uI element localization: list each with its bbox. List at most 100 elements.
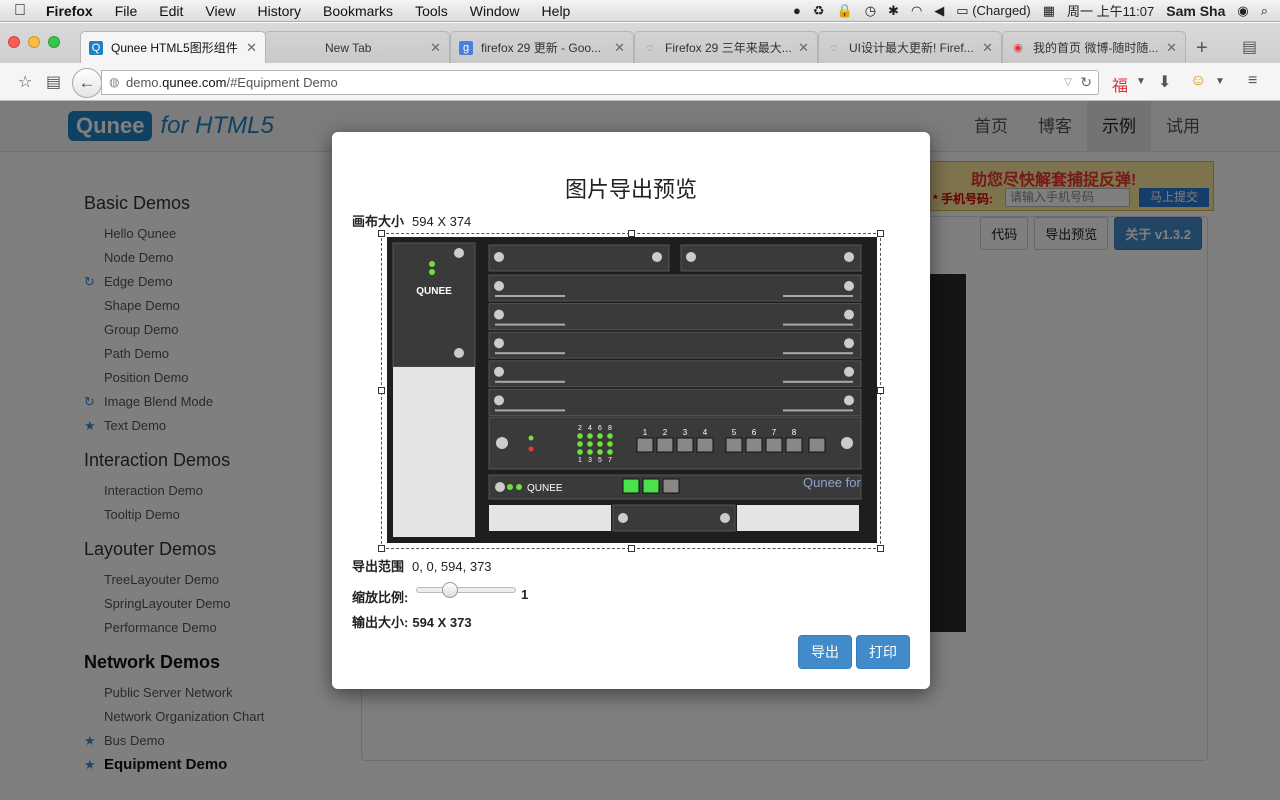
- zoom-window-icon[interactable]: [48, 36, 60, 48]
- tab-new-tab[interactable]: New Tab ✕: [264, 31, 450, 63]
- menu-edit[interactable]: Edit: [148, 3, 194, 19]
- screw-icon: [454, 248, 464, 258]
- rack-left-blank: [393, 367, 475, 537]
- tab-ui-design[interactable]: ◌ UI设计最大更新! Firef... ✕: [818, 31, 1002, 63]
- port-label: 1: [643, 428, 648, 437]
- resize-handle[interactable]: [378, 545, 385, 552]
- dropdown-arrow-icon[interactable]: ▽: [1064, 71, 1072, 94]
- menu-view[interactable]: View: [194, 3, 246, 19]
- port-label: 5: [732, 428, 737, 437]
- arrow-left-icon: ←: [78, 73, 96, 92]
- addon-icon[interactable]: 福: [1112, 72, 1128, 96]
- slot-highlight: [495, 295, 565, 297]
- ethernet-port: [745, 437, 763, 453]
- tab-firefox29[interactable]: ◌ Firefox 29 三年来最大... ✕: [634, 31, 818, 63]
- menu-bookmarks[interactable]: Bookmarks: [312, 3, 404, 19]
- screw-icon: [496, 437, 508, 449]
- close-tab-icon[interactable]: ✕: [614, 40, 625, 56]
- user-avatar-icon[interactable]: ◉: [1237, 3, 1248, 19]
- resize-handle[interactable]: [628, 545, 635, 552]
- canvas-size-label: 画布大小: [352, 214, 405, 229]
- globe-icon: ◍: [109, 75, 120, 89]
- ethernet-port: [656, 437, 674, 453]
- screw-icon: [844, 281, 854, 291]
- chevron-down-icon[interactable]: ▼: [1136, 76, 1146, 87]
- loading-spinner-icon: ◌: [830, 41, 838, 54]
- tab-title: UI设计最大更新! Firef...: [849, 41, 974, 55]
- back-button[interactable]: ←: [72, 68, 102, 98]
- bookmark-star-icon[interactable]: ☆: [18, 72, 32, 92]
- close-tab-icon[interactable]: ✕: [246, 40, 257, 56]
- minimize-window-icon[interactable]: [28, 36, 40, 48]
- resize-handle[interactable]: [877, 387, 884, 394]
- scale-slider-knob[interactable]: [442, 582, 458, 598]
- screw-icon: [844, 309, 854, 320]
- ethernet-port: [676, 437, 694, 453]
- navigation-toolbar: ☆ ▤ ← ◍ demo.qunee.com/#Equipment Demo ▽…: [0, 63, 1280, 101]
- scale-slider[interactable]: [416, 582, 516, 598]
- close-tab-icon[interactable]: ✕: [982, 40, 993, 56]
- tab-google[interactable]: g firefox 29 更新 - Goo... ✕: [450, 31, 634, 63]
- spotlight-search-icon[interactable]: ⌕: [1261, 3, 1268, 19]
- url-host: qunee.com: [162, 75, 227, 90]
- blank-panel: [737, 505, 859, 531]
- tab-groups-icon[interactable]: ▤: [1242, 37, 1257, 57]
- rack-slot: [680, 244, 862, 272]
- resize-handle[interactable]: [378, 230, 385, 237]
- lock-icon[interactable]: 🔒: [837, 3, 853, 19]
- export-button[interactable]: 导出: [798, 635, 852, 669]
- url-bar[interactable]: ◍ demo.qunee.com/#Equipment Demo ▽ ↻: [101, 70, 1099, 95]
- tab-title: Qunee HTML5图形组件 ...: [111, 41, 241, 55]
- export-preview-frame[interactable]: QUNEE 21436587 12345678 QUNEE Qunee for: [378, 230, 884, 552]
- extension-icon[interactable]: ☺: [1190, 72, 1206, 90]
- apple-icon[interactable]: : [0, 2, 40, 20]
- sync-icon[interactable]: ♻: [813, 3, 825, 19]
- screw-icon: [844, 338, 854, 349]
- reading-list-icon[interactable]: ▤: [46, 72, 61, 92]
- resize-handle[interactable]: [877, 545, 884, 552]
- volume-icon[interactable]: ◀: [934, 3, 944, 19]
- reload-icon[interactable]: ↻: [1080, 71, 1092, 94]
- menu-history[interactable]: History: [246, 3, 312, 19]
- print-button[interactable]: 打印: [856, 635, 910, 669]
- menubar-clock[interactable]: 周一 上午11:07: [1067, 1, 1154, 20]
- export-range-row: 导出范围 0, 0, 594, 373: [352, 556, 492, 575]
- time-machine-icon[interactable]: ◷: [865, 3, 876, 19]
- resize-handle[interactable]: [628, 230, 635, 237]
- flag-us-icon[interactable]: ▦: [1043, 3, 1055, 19]
- menu-window[interactable]: Window: [459, 3, 531, 19]
- close-tab-icon[interactable]: ✕: [798, 40, 809, 56]
- output-size-row: 输出大小: 594 X 373: [352, 612, 472, 631]
- close-tab-icon[interactable]: ✕: [1166, 40, 1177, 56]
- port-label: 4: [703, 428, 708, 437]
- download-icon[interactable]: ⬇: [1158, 72, 1171, 92]
- screw-icon: [454, 348, 464, 358]
- rack-brand-label: QUNEE: [416, 286, 452, 297]
- battery-status[interactable]: ▭ (Charged): [956, 3, 1030, 19]
- close-window-icon[interactable]: [8, 36, 20, 48]
- menubar-user[interactable]: Sam Sha: [1166, 3, 1225, 19]
- slot-highlight: [495, 323, 565, 326]
- menu-tools[interactable]: Tools: [404, 3, 459, 19]
- wifi-icon[interactable]: ◠: [911, 3, 922, 19]
- new-tab-icon[interactable]: +: [1196, 37, 1208, 60]
- port-number-top: 2: [578, 425, 582, 432]
- bluetooth-icon[interactable]: ✱: [888, 3, 899, 19]
- hamburger-menu-icon[interactable]: ≡: [1248, 72, 1257, 90]
- equipment-rack-image: QUNEE 21436587 12345678 QUNEE Qunee for: [387, 237, 877, 543]
- chevron-down-icon[interactable]: ▼: [1215, 76, 1225, 87]
- tab-title: Firefox 29 三年来最大...: [665, 41, 792, 55]
- notification-icon[interactable]: ●: [793, 3, 801, 18]
- slot-highlight: [495, 409, 565, 412]
- led-green: [577, 449, 583, 455]
- resize-handle[interactable]: [877, 230, 884, 237]
- menu-help[interactable]: Help: [531, 3, 582, 19]
- led-green: [429, 269, 435, 275]
- tab-qunee[interactable]: Q Qunee HTML5图形组件 ... ✕: [80, 31, 266, 63]
- tab-weibo[interactable]: ◉ 我的首页 微博-随时随... ✕: [1002, 31, 1186, 63]
- menu-file[interactable]: File: [104, 3, 149, 19]
- menu-app-firefox[interactable]: Firefox: [40, 3, 104, 19]
- close-tab-icon[interactable]: ✕: [430, 40, 441, 56]
- resize-handle[interactable]: [378, 387, 385, 394]
- url-path: /#Equipment Demo: [226, 75, 338, 90]
